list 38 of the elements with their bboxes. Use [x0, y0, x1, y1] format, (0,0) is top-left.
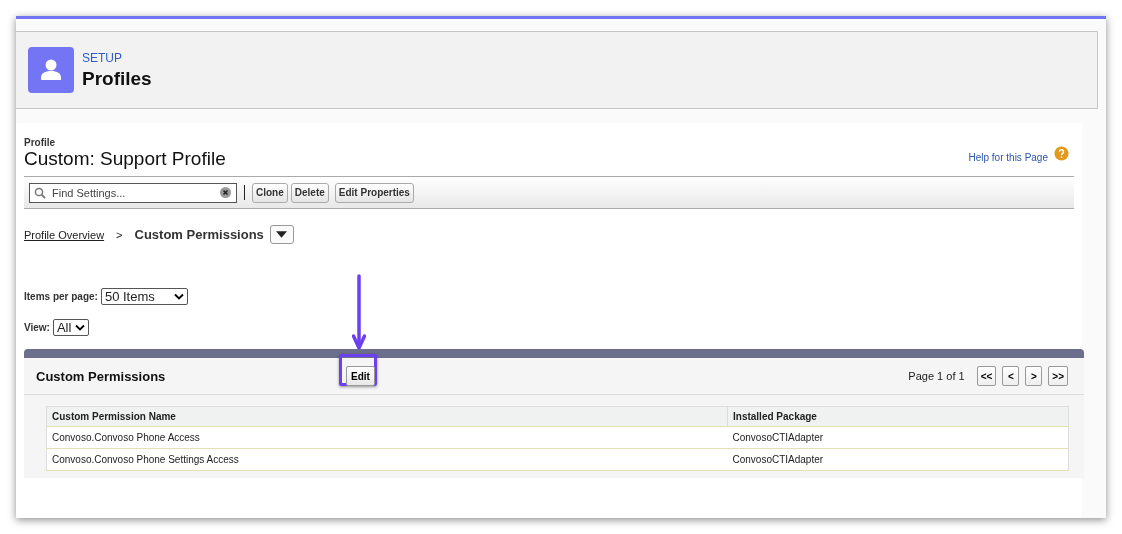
pager-button[interactable]: << [976, 366, 997, 386]
breadcrumb-link[interactable]: Profile Overview [24, 228, 105, 241]
items-per-page-select[interactable]: 50 Items [100, 288, 188, 305]
column-header: Custom Permission Name [46, 406, 728, 427]
edit-button[interactable]: Edit [346, 366, 375, 387]
page-info: Page 1 of 1 [908, 370, 965, 382]
help-link[interactable]: Help for this Page [968, 152, 1048, 163]
clear-icon[interactable] [220, 186, 231, 198]
pager-button[interactable]: >> [1048, 366, 1068, 386]
help-icon [1054, 146, 1069, 161]
chevron-icon [173, 293, 184, 300]
toolbar-button[interactable]: Edit Properties [334, 182, 414, 203]
chevron-icon [75, 324, 86, 331]
table-cell: ConvosoCTIAdapter [727, 448, 1069, 471]
table-cell: Convoso.Convoso Phone Access [46, 426, 728, 449]
page-title: Profiles [82, 67, 152, 90]
caret-icon [276, 231, 288, 238]
user-icon [28, 47, 74, 93]
table-cell: ConvosoCTIAdapter [727, 426, 1069, 449]
toolbar-button[interactable]: Clone [252, 182, 288, 203]
pager-button[interactable]: > [1025, 366, 1043, 386]
dropdown-button[interactable] [269, 225, 294, 244]
section-title: Custom Permissions [36, 368, 167, 384]
column-header: Installed Package [727, 406, 1069, 427]
search-icon [34, 186, 46, 199]
breadcrumb-current: Custom Permissions [134, 227, 264, 242]
highlight-frame [339, 353, 377, 386]
toolbar-button[interactable]: Delete [290, 182, 329, 203]
items-per-page-label: Items per page: [24, 291, 98, 302]
profile-label: Profile [24, 137, 57, 148]
table-cell: Convoso.Convoso Phone Settings Access [46, 448, 728, 471]
profile-name: Custom: Support Profile [24, 148, 226, 170]
search-field[interactable]: Find Settings... [29, 182, 237, 203]
pager-button[interactable]: < [1002, 366, 1020, 386]
view-select[interactable]: All [52, 319, 90, 336]
breadcrumb-separator: > [116, 228, 123, 241]
setup-label: SETUP [82, 50, 123, 65]
view-label: View: [24, 322, 50, 333]
